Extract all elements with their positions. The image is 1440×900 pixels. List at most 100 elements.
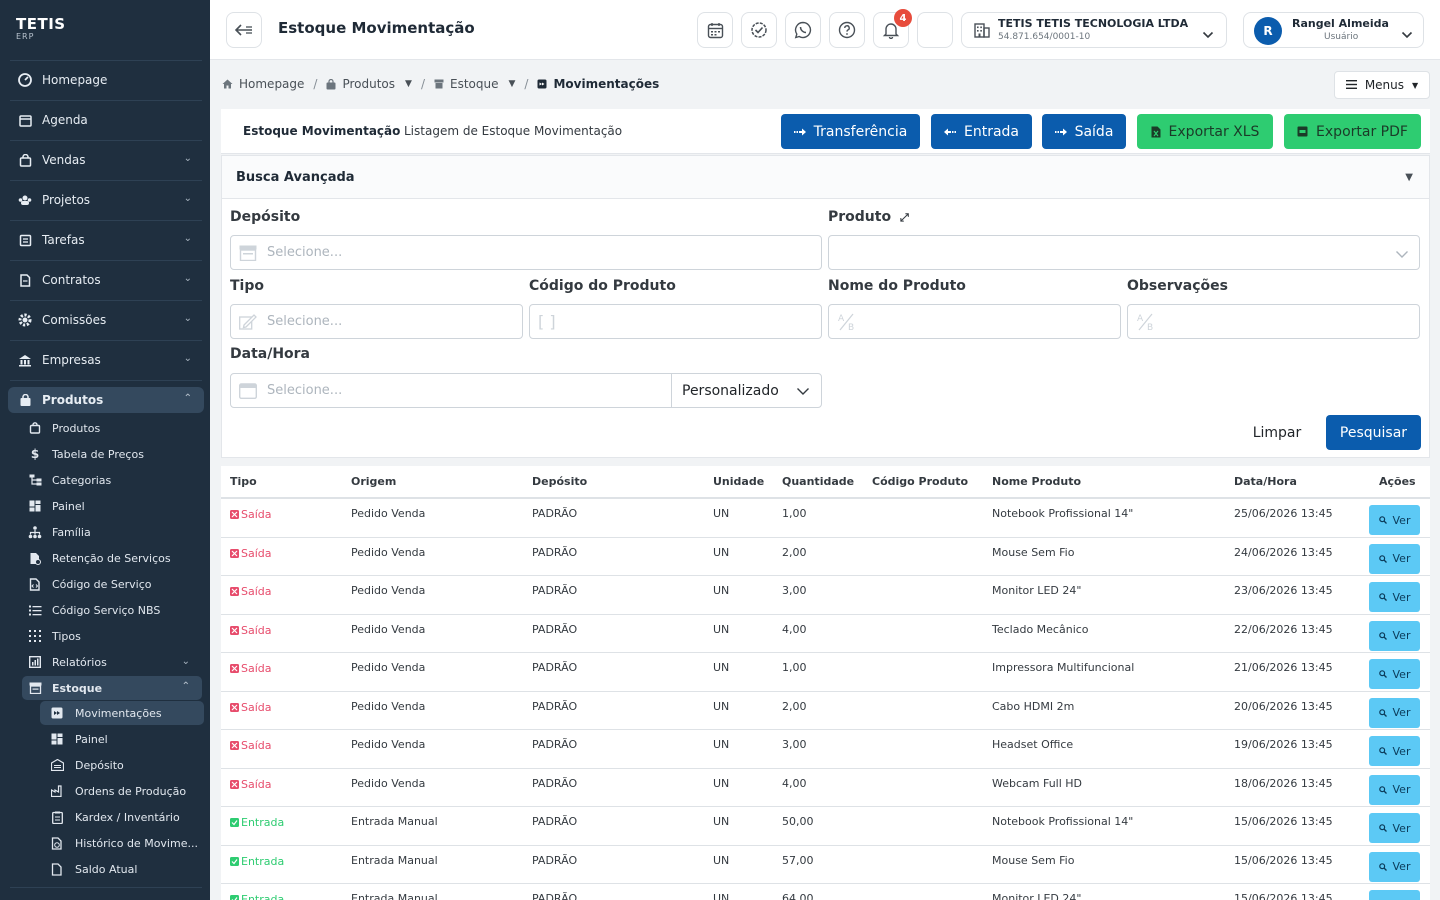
ver-button[interactable]: Ver bbox=[1369, 813, 1420, 843]
out-icon bbox=[230, 779, 239, 789]
column-header[interactable]: Código Produto bbox=[872, 475, 968, 488]
company-selector[interactable]: TETIS TETIS TECNOLOGIA LTDA 54.871.654/0… bbox=[961, 12, 1227, 48]
column-header[interactable]: Unidade bbox=[713, 475, 764, 488]
saida-button[interactable]: Saída bbox=[1042, 114, 1126, 149]
sidebar-item-projetos[interactable]: Projetos ⌄ bbox=[8, 187, 204, 213]
sidebar-item-contratos[interactable]: Contratos ⌄ bbox=[8, 267, 204, 293]
ver-button[interactable]: Ver bbox=[1369, 736, 1420, 766]
observacoes-input[interactable]: AB bbox=[1127, 304, 1420, 339]
sidebar-subitem-painel[interactable]: Painel bbox=[22, 495, 202, 517]
table-row[interactable]: Saída Pedido Venda PADRÃO UN 1,00 Impressora … bbox=[221, 653, 1430, 692]
sidebar-item-vendas[interactable]: Vendas ⌄ bbox=[8, 147, 204, 173]
column-header[interactable]: Nome Produto bbox=[992, 475, 1081, 488]
table-row[interactable]: Entrada Entrada Manual PADRÃO UN 57,00 Mouse … bbox=[221, 846, 1430, 884]
ver-button[interactable]: Ver bbox=[1369, 543, 1420, 574]
brand-logo[interactable]: TETIS ERP bbox=[0, 0, 210, 60]
nome-input[interactable]: AB bbox=[828, 304, 1121, 339]
ver-button[interactable]: Ver bbox=[1369, 851, 1420, 882]
sidebar-subitem-saldo-atual[interactable]: Saldo Atual bbox=[40, 857, 204, 881]
ver-button[interactable]: Ver bbox=[1369, 774, 1420, 805]
sidebar-subitem-tipos[interactable]: Tipos bbox=[22, 625, 202, 647]
transferencia-button[interactable]: Transferência bbox=[781, 114, 920, 149]
table-row[interactable]: Saída Pedido Venda PADRÃO UN 2,00 Cabo HDMI 2… bbox=[221, 692, 1430, 730]
sidebar-item-agenda[interactable]: Agenda bbox=[8, 107, 204, 133]
sidebar-subitem-label: Tabela de Preços bbox=[52, 447, 144, 461]
sidebar-item-tarefas[interactable]: Tarefas ⌄ bbox=[8, 227, 204, 253]
deposito-cell: PADRÃO bbox=[532, 661, 578, 674]
deposito-select[interactable]: Selecione... bbox=[230, 235, 822, 270]
menus-button[interactable]: Menus ▼ bbox=[1334, 71, 1430, 99]
codigo-input[interactable]: [ ] bbox=[529, 304, 822, 339]
whatsapp-icon bbox=[794, 21, 812, 39]
table-row[interactable]: Saída Pedido Venda PADRÃO UN 4,00 Webcam Full… bbox=[221, 769, 1430, 807]
ver-button[interactable]: Ver bbox=[1369, 890, 1420, 900]
sidebar-subitem-codigo-nbs[interactable]: Código Serviço NBS bbox=[22, 599, 202, 621]
sidebar-item-homepage[interactable]: Homepage bbox=[8, 67, 204, 93]
sidebar-subitem-kardex[interactable]: Kardex / Inventário bbox=[40, 805, 204, 829]
column-header[interactable]: Tipo bbox=[230, 475, 257, 488]
produto-select[interactable] bbox=[828, 235, 1420, 270]
column-header[interactable]: Data/Hora bbox=[1234, 475, 1297, 488]
export-pdf-button[interactable]: Exportar PDF bbox=[1284, 114, 1421, 149]
table-row[interactable]: Saída Pedido Venda PADRÃO UN 4,00 Teclado Mec… bbox=[221, 615, 1430, 653]
user-menu[interactable]: R Rangel Almeida Usuário bbox=[1243, 12, 1424, 48]
sidebar-subitem-ordens-producao[interactable]: Ordens de Produção bbox=[40, 779, 204, 803]
column-header[interactable]: Origem bbox=[351, 475, 396, 488]
sidebar-item-empresas[interactable]: Empresas ⌄ bbox=[8, 347, 204, 373]
sidebar-subitem-estoque[interactable]: Estoque ⌃ bbox=[22, 676, 202, 700]
file-excel-icon bbox=[1151, 126, 1161, 138]
verified-badge-icon bbox=[751, 22, 767, 38]
export-xls-button[interactable]: Exportar XLS bbox=[1137, 114, 1273, 149]
ver-button[interactable]: Ver bbox=[1369, 697, 1420, 728]
verified-button[interactable] bbox=[741, 12, 777, 48]
table-row[interactable]: Saída Pedido Venda PADRÃO UN 1,00 Notebook Pr… bbox=[221, 499, 1430, 538]
tipo-select[interactable]: Selecione... bbox=[230, 304, 523, 339]
ver-button[interactable]: Ver bbox=[1369, 505, 1420, 535]
help-button[interactable] bbox=[829, 12, 865, 48]
sidebar-subitem-deposito[interactable]: Depósito bbox=[40, 753, 204, 777]
sidebar-subitem-codigo-servico[interactable]: Código de Serviço bbox=[22, 573, 202, 595]
divider bbox=[10, 100, 202, 101]
back-button[interactable] bbox=[226, 12, 262, 48]
expand-icon[interactable]: ⤢ bbox=[900, 211, 909, 224]
sidebar-subitem-historico[interactable]: Histórico de Movime... bbox=[40, 831, 204, 855]
nome-cell: Notebook Profissional 14" bbox=[992, 815, 1134, 828]
ver-button[interactable]: Ver bbox=[1369, 620, 1420, 651]
table-row[interactable]: Entrada Entrada Manual PADRÃO UN 64,00 Monito… bbox=[221, 884, 1430, 900]
sidebar-subitem-retencao[interactable]: Retenção de Serviços bbox=[22, 547, 202, 569]
column-header[interactable]: Depósito bbox=[532, 475, 587, 488]
table-row[interactable]: Saída Pedido Venda PADRÃO UN 3,00 Headset Off… bbox=[221, 730, 1430, 769]
advanced-search-toggle[interactable]: Busca Avançada ▼ bbox=[222, 156, 1429, 199]
sidebar-item-produtos[interactable]: Produtos ⌃ bbox=[8, 387, 204, 413]
column-header[interactable]: Quantidade bbox=[782, 475, 854, 488]
breadcrumb-produtos[interactable]: Produtos ▼ bbox=[326, 77, 412, 91]
pesquisar-button[interactable]: Pesquisar bbox=[1326, 415, 1421, 450]
limpar-button[interactable]: Limpar bbox=[1241, 415, 1313, 450]
brackets-icon: [ ] bbox=[538, 312, 556, 331]
calendar-icon bbox=[18, 113, 32, 127]
notifications-button[interactable]: 4 bbox=[873, 9, 912, 48]
datahora-input[interactable]: Selecione... Personalizado bbox=[230, 373, 822, 408]
theme-toggle-button[interactable] bbox=[917, 12, 953, 48]
ver-button[interactable]: Ver bbox=[1369, 582, 1420, 612]
whatsapp-button[interactable] bbox=[785, 12, 821, 48]
ver-button[interactable]: Ver bbox=[1369, 659, 1420, 689]
table-row[interactable]: Entrada Entrada Manual PADRÃO UN 50,00 Notebo… bbox=[221, 807, 1430, 846]
sidebar-subitem-estoque-painel[interactable]: Painel bbox=[40, 727, 204, 751]
sidebar-subitem-label: Estoque bbox=[52, 681, 103, 695]
advanced-search-card: Busca Avançada ▼ Depósito Selecione... P… bbox=[221, 155, 1430, 458]
datahora-mode-select[interactable]: Personalizado bbox=[671, 374, 822, 407]
breadcrumb-estoque[interactable]: Estoque ▼ bbox=[434, 77, 515, 91]
table-row[interactable]: Saída Pedido Venda PADRÃO UN 2,00 Mouse Sem F… bbox=[221, 538, 1430, 576]
table-row[interactable]: Saída Pedido Venda PADRÃO UN 3,00 Monitor LED… bbox=[221, 576, 1430, 615]
sidebar-item-comissoes[interactable]: Comissões ⌄ bbox=[8, 307, 204, 333]
sidebar-subitem-produtos[interactable]: Produtos bbox=[22, 417, 202, 439]
sidebar-subitem-familia[interactable]: Família bbox=[22, 521, 202, 543]
sidebar-subitem-tabela-precos[interactable]: $ Tabela de Preços bbox=[22, 443, 202, 465]
entrada-button[interactable]: Entrada bbox=[931, 114, 1032, 149]
breadcrumb-homepage[interactable]: Homepage bbox=[222, 77, 304, 91]
sidebar-subitem-movimentacoes[interactable]: Movimentações bbox=[40, 701, 204, 725]
sidebar-subitem-categorias[interactable]: Categorias bbox=[22, 469, 202, 491]
calendar-button[interactable] bbox=[697, 12, 733, 48]
sidebar-subitem-relatorios[interactable]: Relatórios ⌄ bbox=[22, 651, 202, 673]
